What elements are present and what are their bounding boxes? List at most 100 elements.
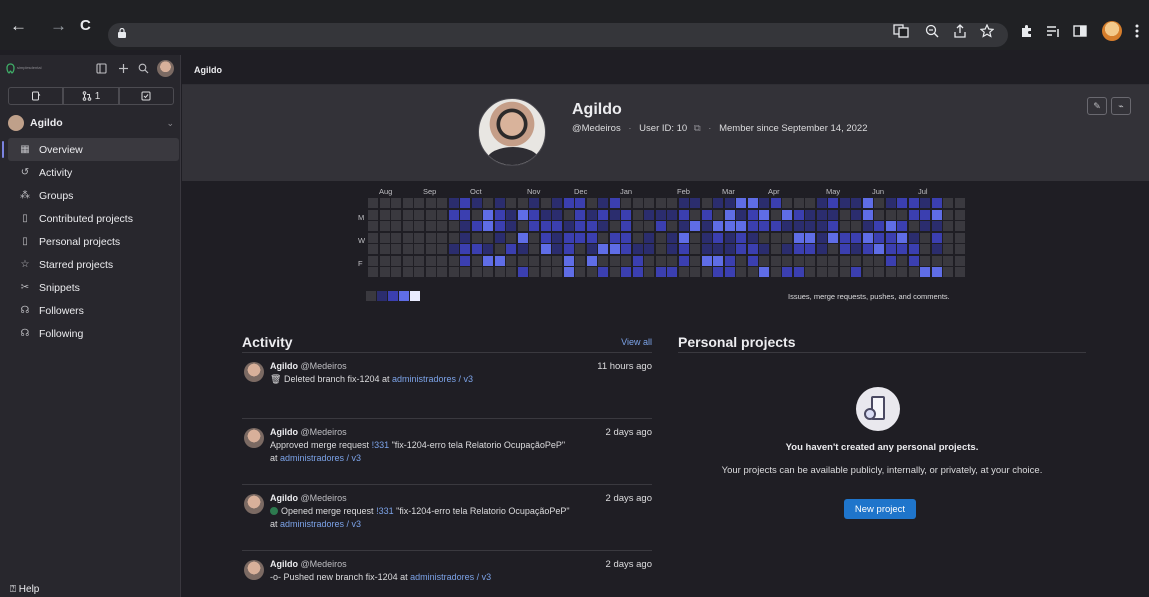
- contribution-cell[interactable]: [655, 198, 666, 208]
- contribution-cell[interactable]: [529, 255, 539, 266]
- contribution-cell[interactable]: [460, 232, 470, 243]
- contribution-cell[interactable]: [805, 244, 815, 254]
- contribution-cell[interactable]: [483, 209, 493, 220]
- contribution-cell[interactable]: [724, 198, 735, 208]
- contribution-cell[interactable]: [690, 267, 700, 277]
- breadcrumb-item[interactable]: Agildo: [194, 65, 222, 75]
- contribution-cell[interactable]: [943, 209, 953, 220]
- sidebar-item-following[interactable]: ☊ Following: [0, 322, 181, 345]
- contribution-cell[interactable]: [874, 198, 884, 208]
- contribution-cell[interactable]: [701, 209, 712, 220]
- contribution-cell[interactable]: [414, 232, 424, 243]
- extensions-icon[interactable]: [1019, 24, 1033, 38]
- contribution-cell[interactable]: [770, 209, 781, 220]
- contribution-cell[interactable]: [943, 221, 953, 231]
- contribution-cell[interactable]: [368, 255, 378, 266]
- merge-request-link[interactable]: !331: [376, 506, 394, 516]
- contribution-cell[interactable]: [540, 244, 551, 254]
- sidebar-item-activity[interactable]: ↺ Activity: [0, 161, 181, 184]
- contribution-cell[interactable]: [517, 209, 528, 220]
- contribution-cell[interactable]: [425, 209, 436, 220]
- contribution-cell[interactable]: [506, 244, 516, 254]
- contribution-cell[interactable]: [736, 267, 746, 277]
- contribution-cell[interactable]: [770, 255, 781, 266]
- contribution-cell[interactable]: [954, 244, 965, 254]
- contribution-cell[interactable]: [437, 255, 447, 266]
- contribution-cell[interactable]: [655, 255, 666, 266]
- contribution-cell[interactable]: [483, 244, 493, 254]
- contribution-cell[interactable]: [552, 244, 562, 254]
- contribution-cell[interactable]: [632, 232, 643, 243]
- event-project-link[interactable]: administradores / v3: [392, 374, 473, 384]
- contribution-cell[interactable]: [425, 232, 436, 243]
- contribution-cell[interactable]: [943, 232, 953, 243]
- sidebar-item-personal-projects[interactable]: ▯ Personal projects: [0, 230, 181, 253]
- contribution-cell[interactable]: [517, 267, 528, 277]
- contribution-cell[interactable]: [494, 221, 505, 231]
- contribution-cell[interactable]: [816, 244, 827, 254]
- contribution-cell[interactable]: [448, 221, 459, 231]
- contribution-cell[interactable]: [667, 267, 677, 277]
- contribution-cell[interactable]: [690, 255, 700, 266]
- event-author-name[interactable]: Agildo: [270, 559, 298, 569]
- contribution-cell[interactable]: [529, 221, 539, 231]
- contribution-cell[interactable]: [782, 209, 792, 220]
- contribution-cell[interactable]: [437, 244, 447, 254]
- contribution-cell[interactable]: [437, 198, 447, 208]
- contribution-cell[interactable]: [563, 267, 574, 277]
- contribution-cell[interactable]: [862, 221, 873, 231]
- contribution-cell[interactable]: [448, 244, 459, 254]
- contribution-cell[interactable]: [655, 209, 666, 220]
- contribution-cell[interactable]: [471, 255, 482, 266]
- contribution-cell[interactable]: [437, 267, 447, 277]
- address-bar[interactable]: [108, 23, 1008, 47]
- contribution-cell[interactable]: [713, 221, 723, 231]
- contribution-cell[interactable]: [379, 255, 390, 266]
- contribution-cell[interactable]: [862, 198, 873, 208]
- contribution-cell[interactable]: [379, 221, 390, 231]
- contribution-cell[interactable]: [897, 232, 907, 243]
- contribution-cell[interactable]: [816, 209, 827, 220]
- contribution-cell[interactable]: [644, 221, 654, 231]
- contribution-cell[interactable]: [782, 198, 792, 208]
- contribution-cell[interactable]: [908, 209, 919, 220]
- contribution-cell[interactable]: [713, 232, 723, 243]
- contribution-cell[interactable]: [897, 267, 907, 277]
- contribution-cell[interactable]: [655, 232, 666, 243]
- contribution-cell[interactable]: [632, 244, 643, 254]
- contribution-cell[interactable]: [782, 232, 792, 243]
- contribution-cell[interactable]: [701, 221, 712, 231]
- merge-request-link[interactable]: !331: [372, 440, 390, 450]
- contribution-cell[interactable]: [391, 198, 401, 208]
- contribution-cell[interactable]: [954, 209, 965, 220]
- contribution-cell[interactable]: [644, 255, 654, 266]
- contribution-cell[interactable]: [931, 232, 942, 243]
- contribution-cell[interactable]: [770, 221, 781, 231]
- contribution-cell[interactable]: [897, 244, 907, 254]
- contribution-cell[interactable]: [471, 232, 482, 243]
- contribution-cell[interactable]: [839, 244, 850, 254]
- contribution-cell[interactable]: [713, 198, 723, 208]
- sidebar-item-snippets[interactable]: ✂ Snippets: [0, 276, 181, 299]
- contribution-cell[interactable]: [517, 244, 528, 254]
- contribution-cell[interactable]: [931, 198, 942, 208]
- contribution-cell[interactable]: [402, 221, 413, 231]
- contribution-cell[interactable]: [713, 255, 723, 266]
- contribution-cell[interactable]: [920, 209, 930, 220]
- contribution-cell[interactable]: [483, 255, 493, 266]
- brand-logo-icon[interactable]: [6, 63, 15, 74]
- contribution-cell[interactable]: [759, 244, 769, 254]
- contribution-cell[interactable]: [908, 244, 919, 254]
- contribution-cell[interactable]: [483, 198, 493, 208]
- contribution-cell[interactable]: [736, 209, 746, 220]
- contribution-cell[interactable]: [862, 244, 873, 254]
- contribution-cell[interactable]: [448, 198, 459, 208]
- contribution-cell[interactable]: [943, 244, 953, 254]
- contribution-cell[interactable]: [632, 198, 643, 208]
- contribution-cell[interactable]: [667, 198, 677, 208]
- contribution-cell[interactable]: [644, 232, 654, 243]
- contribution-cell[interactable]: [552, 221, 562, 231]
- translate-icon[interactable]: [893, 24, 909, 38]
- event-project-link[interactable]: administradores / v3: [280, 519, 361, 529]
- contribution-cell[interactable]: [655, 267, 666, 277]
